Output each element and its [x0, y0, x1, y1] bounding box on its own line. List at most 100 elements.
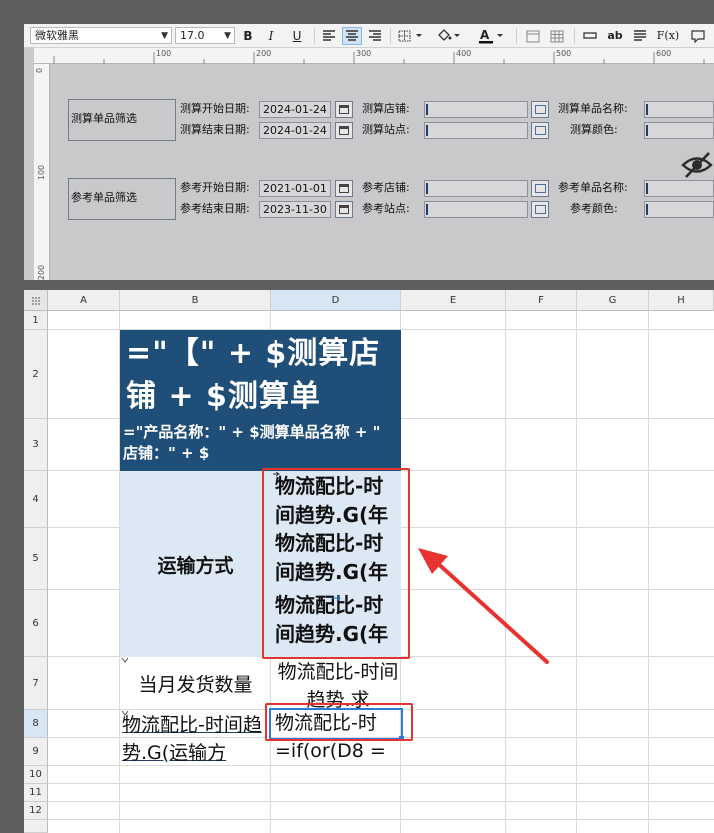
formula-icon[interactable]: F(x) [656, 27, 680, 45]
comment-icon[interactable] [688, 27, 708, 45]
vertical-ruler: 0 100 200 [34, 64, 50, 280]
measure-site-label: 测算站点: [362, 123, 410, 136]
reference-product-name-input[interactable] [644, 180, 714, 197]
toolbar-separator [390, 28, 391, 44]
row-header[interactable]: 8 [24, 710, 48, 738]
wrap-text-icon[interactable]: ab [606, 27, 624, 45]
select-all-corner[interactable] [24, 290, 48, 311]
column-header-b[interactable]: B [120, 290, 271, 311]
measure-color-input[interactable] [644, 122, 714, 139]
calendar-icon[interactable] [335, 201, 353, 218]
calendar-icon[interactable] [335, 101, 353, 118]
reference-start-date-value: 2021-01-01 [263, 182, 327, 195]
ruler-mark: 100 [37, 164, 47, 181]
reference-color-input[interactable] [644, 201, 714, 218]
underline-button[interactable]: U [289, 27, 305, 45]
cell-b8[interactable]: 物流配比-时间趋势.G(运输方 [120, 710, 271, 766]
format-toolbar: 微软雅黑 ▼ 17.0 ▼ B I U A ab F(x) [24, 24, 714, 48]
align-center-icon[interactable] [342, 27, 362, 45]
text-icon[interactable] [581, 27, 599, 45]
ruler-mark: 300 [356, 49, 372, 58]
chevron-down-icon: ▼ [161, 31, 168, 41]
ruler-mark: 0 [35, 67, 45, 74]
calendar-icon[interactable] [335, 180, 353, 197]
column-header-e[interactable]: E [401, 290, 506, 311]
ruler-mark: 100 [156, 49, 172, 58]
dropdown-picker-icon[interactable] [531, 101, 549, 118]
font-color-icon[interactable]: A [476, 27, 508, 45]
measure-store-input[interactable] [424, 101, 528, 118]
font-size-select[interactable]: 17.0 ▼ [175, 27, 235, 44]
paragraph-icon[interactable] [631, 27, 649, 45]
dropdown-picker-icon[interactable] [531, 201, 549, 218]
reference-store-label: 参考店铺: [362, 181, 410, 194]
merge-icon[interactable] [524, 27, 542, 45]
grid-icon[interactable] [548, 27, 566, 45]
column-header-f[interactable]: F [506, 290, 577, 311]
grid-line [48, 783, 714, 784]
calendar-icon[interactable] [335, 122, 353, 139]
reference-color-label: 参考颜色: [570, 202, 618, 215]
ruler-mark: 600 [656, 49, 672, 58]
eye-slash-icon[interactable] [680, 150, 714, 180]
cell-transport-mode[interactable]: 运输方式 [120, 471, 271, 657]
cell-marker-icon [121, 657, 129, 663]
measure-site-input[interactable] [424, 122, 528, 139]
font-family-select[interactable]: 微软雅黑 ▼ [30, 27, 172, 44]
fill-color-icon[interactable] [434, 27, 464, 45]
align-left-icon[interactable] [320, 27, 338, 45]
column-header-a[interactable]: A [48, 290, 120, 311]
toolbar-separator [574, 28, 575, 44]
svg-text:A: A [480, 28, 490, 42]
row-header[interactable]: 2 [24, 330, 48, 419]
row-header[interactable] [24, 820, 48, 833]
reference-site-input[interactable] [424, 201, 528, 218]
toolbar-separator [516, 28, 517, 44]
row-header[interactable]: 4 [24, 471, 48, 528]
row-header[interactable]: 7 [24, 657, 48, 710]
row-header[interactable]: 11 [24, 784, 48, 802]
font-size-value: 17.0 [180, 29, 205, 42]
row-header[interactable]: 5 [24, 528, 48, 590]
cell-subtitle[interactable]: ="产品名称：" + $测算单品名称 + " 店铺：" + $ [120, 419, 401, 471]
cell-marker-icon [121, 710, 129, 716]
measure-product-name-input[interactable] [644, 101, 714, 118]
grid-line [576, 311, 577, 833]
measure-start-date-label: 测算开始日期: [180, 102, 250, 115]
ruler-mark: 400 [456, 49, 472, 58]
bold-button[interactable]: B [240, 27, 256, 45]
border-icon[interactable] [396, 27, 426, 45]
row-header[interactable]: 12 [24, 802, 48, 820]
align-right-icon[interactable] [366, 27, 384, 45]
measure-color-label: 测算颜色: [570, 123, 618, 136]
cell-title[interactable]: ="【" + $测算店铺 + $测算单 [120, 330, 401, 419]
row-header[interactable]: 3 [24, 419, 48, 471]
measure-start-date-input[interactable]: 2024-01-24 [259, 101, 331, 118]
row-header[interactable]: 6 [24, 590, 48, 657]
ruler-mark: 200 [37, 264, 47, 281]
cell-d9[interactable]: =if(or(D8 = [271, 738, 401, 766]
grid-line [648, 311, 649, 833]
reference-start-date-label: 参考开始日期: [180, 181, 250, 194]
dropdown-picker-icon[interactable] [531, 122, 549, 139]
row-header[interactable]: 10 [24, 766, 48, 784]
column-header-g[interactable]: G [577, 290, 649, 311]
cell-b7[interactable]: 当月发货数量 [120, 657, 271, 710]
reference-start-date-input[interactable]: 2021-01-01 [259, 180, 331, 197]
column-header-h[interactable]: H [649, 290, 714, 311]
row-header[interactable]: 9 [24, 738, 48, 766]
horizontal-ruler: 100 200 300 400 500 600 [34, 48, 714, 64]
reference-end-date-value: 2023-11-30 [263, 203, 327, 216]
measure-end-date-input[interactable]: 2024-01-24 [259, 122, 331, 139]
reference-store-input[interactable] [424, 180, 528, 197]
row-header[interactable]: 1 [24, 311, 48, 330]
measure-end-date-label: 测算结束日期: [180, 123, 250, 136]
column-header-d[interactable]: D [271, 290, 401, 311]
italic-button[interactable]: I [263, 27, 279, 45]
dropdown-picker-icon[interactable] [531, 180, 549, 197]
ruler-mark: 500 [556, 49, 572, 58]
reference-site-label: 参考站点: [362, 202, 410, 215]
reference-end-date-input[interactable]: 2023-11-30 [259, 201, 331, 218]
reference-end-date-label: 参考结束日期: [180, 202, 250, 215]
chevron-down-icon: ▼ [224, 31, 231, 41]
